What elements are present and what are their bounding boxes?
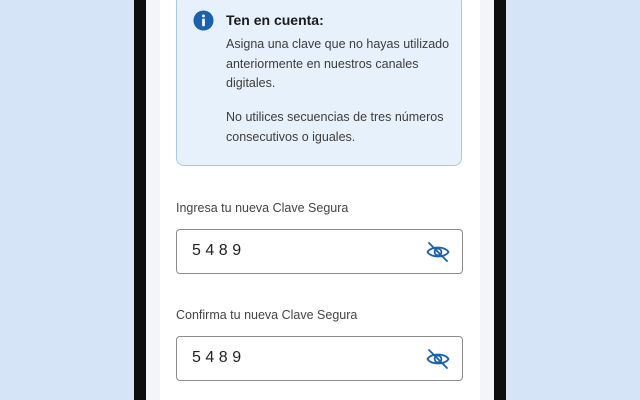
info-paragraph-sequence: No utilices secuencias de tres números c…	[226, 110, 444, 144]
info-title: Ten en cuenta:	[226, 12, 324, 28]
phone-frame: Ten en cuenta: Asigna una clave que no h…	[134, 0, 506, 400]
info-paragraph-reuse: Asigna una clave que no hayas utilizado …	[226, 37, 450, 90]
app-screen: Ten en cuenta: Asigna una clave que no h…	[146, 0, 494, 400]
info-icon	[193, 10, 214, 31]
new-password-field[interactable]: 5489	[176, 229, 463, 274]
new-password-value: 5489	[192, 242, 246, 259]
confirm-password-value: 5489	[192, 349, 246, 366]
confirm-password-field[interactable]: 5489	[176, 336, 463, 381]
password-form-card: Ten en cuenta: Asigna una clave que no h…	[160, 0, 480, 400]
new-password-label: Ingresa tu nueva Clave Segura	[176, 201, 349, 215]
eye-slash-icon[interactable]	[426, 348, 450, 370]
eye-slash-icon[interactable]	[426, 241, 450, 263]
confirm-password-label: Confirma tu nueva Clave Segura	[176, 308, 358, 322]
info-notice: Ten en cuenta: Asigna una clave que no h…	[176, 0, 462, 166]
